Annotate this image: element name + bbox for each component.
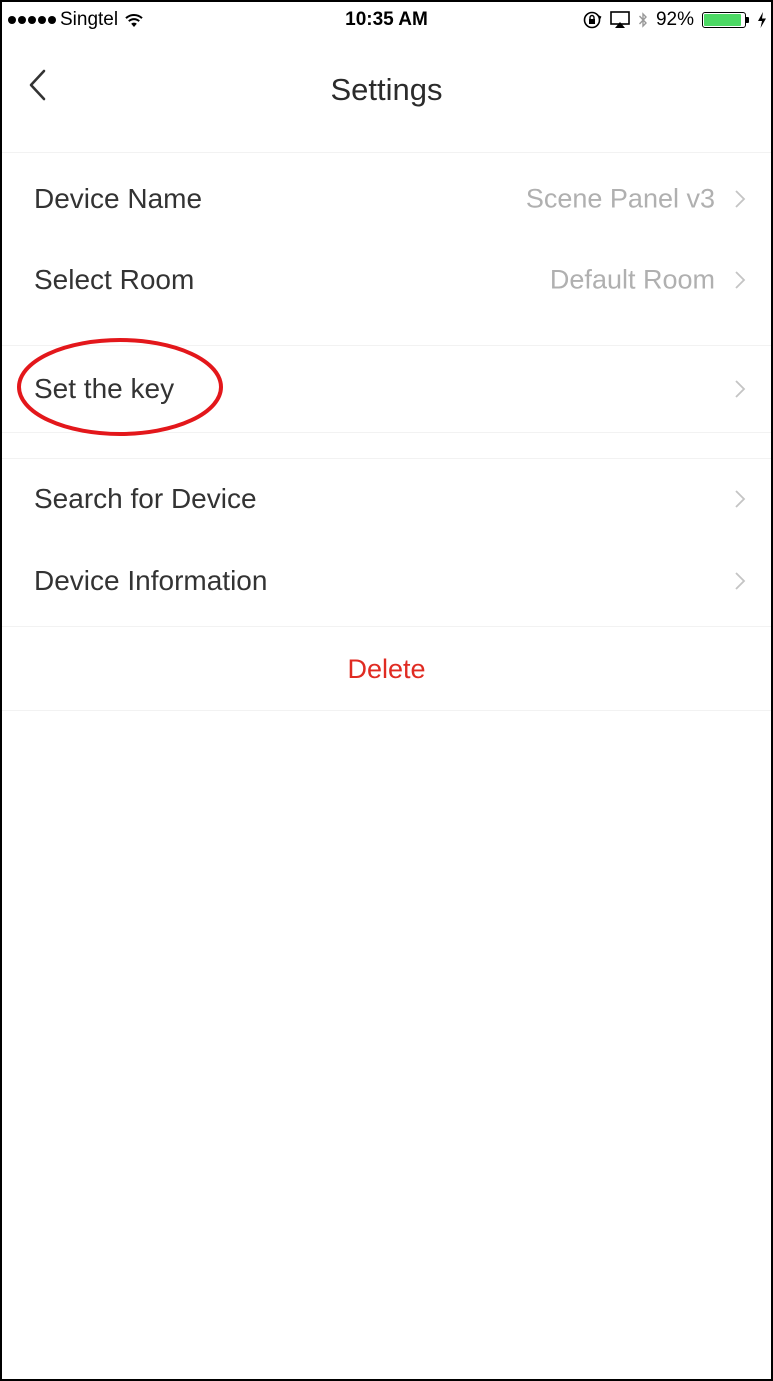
- select-room-value: Default Room: [549, 264, 715, 295]
- search-for-device-label: Search for Device: [34, 483, 257, 514]
- group-divider: [2, 626, 771, 627]
- group-divider: [2, 710, 771, 711]
- select-room-label: Select Room: [34, 264, 195, 295]
- group-divider: [2, 152, 771, 153]
- device-name-row[interactable]: Device Name Scene Panel v3: [2, 158, 771, 240]
- battery-level-fill: [704, 14, 741, 26]
- status-bar: Singtel 10:35 AM 92%: [2, 2, 771, 38]
- set-the-key-label: Set the key: [34, 373, 175, 404]
- chevron-right-icon: [733, 378, 747, 400]
- device-information-row[interactable]: Device Information: [2, 540, 771, 622]
- delete-button[interactable]: Delete: [2, 628, 771, 710]
- bluetooth-icon: [638, 12, 647, 28]
- chevron-right-icon: [733, 570, 747, 592]
- select-room-row[interactable]: Select Room Default Room: [2, 239, 771, 321]
- device-information-label: Device Information: [34, 565, 268, 596]
- set-the-key-row[interactable]: Set the key: [2, 348, 771, 430]
- group-divider: [2, 432, 771, 433]
- device-name-value: Scene Panel v3: [525, 183, 715, 214]
- chevron-right-icon: [733, 269, 747, 291]
- search-for-device-row[interactable]: Search for Device: [2, 458, 771, 540]
- device-name-label: Device Name: [34, 183, 203, 214]
- battery-percent: 92%: [655, 9, 694, 30]
- status-right: 92%: [582, 9, 767, 31]
- orientation-lock-icon: [583, 11, 602, 29]
- group-divider: [2, 345, 771, 346]
- airplay-icon: [610, 11, 630, 28]
- chevron-right-icon: [733, 488, 747, 510]
- battery-icon: [702, 12, 749, 28]
- page-title: Settings: [330, 72, 443, 107]
- charging-bolt-icon: [758, 12, 766, 28]
- chevron-right-icon: [733, 188, 747, 210]
- phone-screen: Singtel 10:35 AM 92% Settings Device Nam…: [0, 0, 773, 1381]
- navigation-bar: Settings: [2, 40, 771, 132]
